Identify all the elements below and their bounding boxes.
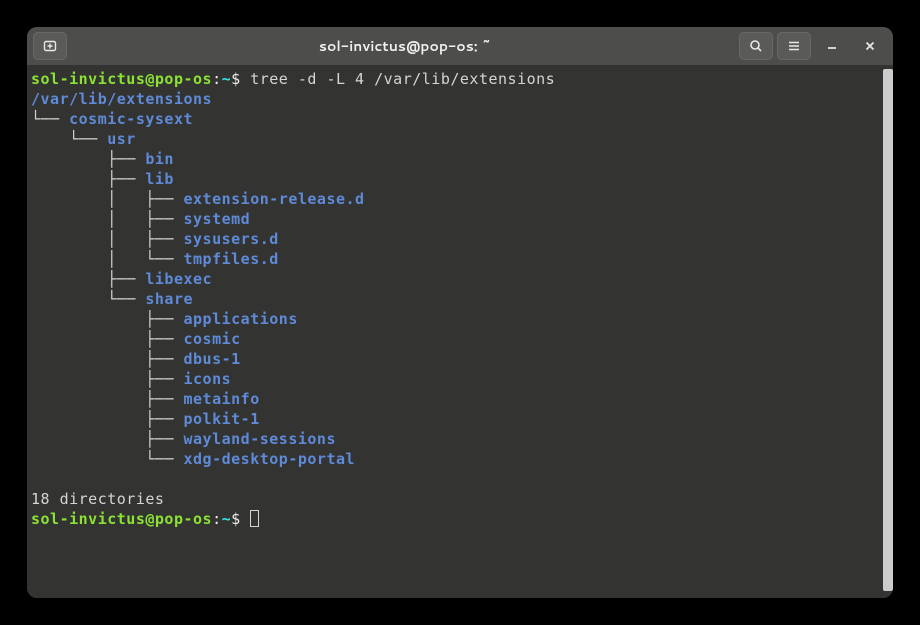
hamburger-icon [786, 38, 802, 54]
menu-button[interactable] [777, 32, 811, 60]
tree-line: └── usr [31, 129, 881, 149]
tree-line: └── xdg-desktop-portal [31, 449, 881, 469]
tree-line: └── cosmic-sysext [31, 109, 881, 129]
blank-line [31, 469, 881, 489]
new-tab-icon [42, 38, 58, 54]
titlebar-right [739, 32, 887, 60]
tree-line: │ ├── systemd [31, 209, 881, 229]
tree-line: ├── dbus-1 [31, 349, 881, 369]
prompt-line: sol-invictus@pop-os:~$ tree -d -L 4 /var… [31, 69, 881, 89]
minimize-button[interactable] [815, 32, 849, 60]
tree-line: ├── lib [31, 169, 881, 189]
search-icon [748, 38, 764, 54]
scrollbar[interactable] [883, 69, 893, 591]
titlebar[interactable]: sol-invictus@pop-os: ~ [27, 27, 893, 65]
window-title: sol-invictus@pop-os: ~ [71, 36, 739, 56]
tree-line: ├── applications [31, 309, 881, 329]
tree-line: ├── icons [31, 369, 881, 389]
terminal-body[interactable]: sol-invictus@pop-os:~$ tree -d -L 4 /var… [27, 65, 893, 598]
search-button[interactable] [739, 32, 773, 60]
prompt-line: sol-invictus@pop-os:~$ [31, 509, 881, 529]
tree-line: ├── polkit-1 [31, 409, 881, 429]
close-button[interactable] [853, 32, 887, 60]
tree-line: └── share [31, 289, 881, 309]
close-icon [862, 38, 878, 54]
tree-line: │ ├── extension-release.d [31, 189, 881, 209]
tree-line: ├── libexec [31, 269, 881, 289]
tree-line: ├── cosmic [31, 329, 881, 349]
tree-summary: 18 directories [31, 489, 881, 509]
tree-line: ├── bin [31, 149, 881, 169]
terminal-window: sol-invictus@pop-os: ~ [27, 27, 893, 598]
new-tab-button[interactable] [33, 32, 67, 60]
minimize-icon [824, 38, 840, 54]
terminal-content[interactable]: sol-invictus@pop-os:~$ tree -d -L 4 /var… [31, 69, 881, 594]
tree-root: /var/lib/extensions [31, 89, 881, 109]
tree-line: │ └── tmpfiles.d [31, 249, 881, 269]
tree-line: ├── wayland-sessions [31, 429, 881, 449]
cursor [250, 510, 259, 527]
tree-line: ├── metainfo [31, 389, 881, 409]
tree-line: │ ├── sysusers.d [31, 229, 881, 249]
